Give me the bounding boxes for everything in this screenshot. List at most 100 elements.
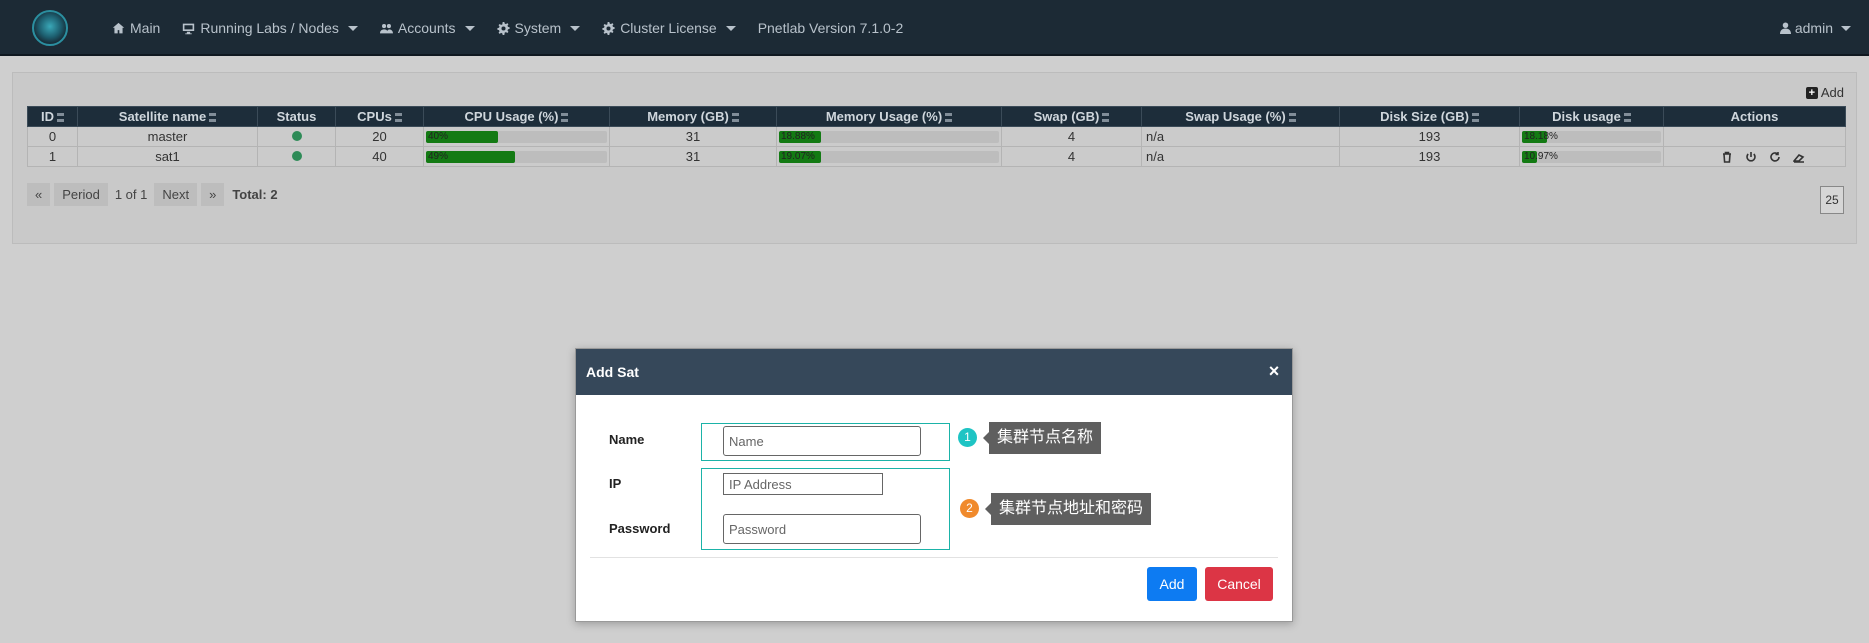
cell-status (257, 126, 336, 147)
close-icon[interactable]: × (1266, 362, 1282, 380)
disk-usage-label: 18.18% (1524, 130, 1558, 142)
user-name: admin (1794, 20, 1833, 36)
nav-item-cluster-license[interactable]: Cluster License (602, 20, 736, 36)
monitor-icon (183, 23, 195, 34)
cell-cpus: 40 (335, 146, 424, 167)
gear-icon (496, 21, 510, 35)
column-header-swap-usage[interactable]: Swap Usage (%) (1141, 106, 1340, 127)
prev-period-button[interactable]: Period (54, 183, 108, 206)
table-header-row: ID Satellite name Status CPUs CPU Usage … (27, 106, 1846, 127)
ip-label: IP (609, 476, 622, 491)
power-icon[interactable] (1745, 151, 1757, 163)
nav-item-accounts[interactable]: Accounts (379, 20, 475, 36)
column-header-cpu-usage[interactable]: CPU Usage (%) (423, 106, 610, 127)
top-navbar: Main Running Labs / Nodes Accounts Syste… (0, 0, 1869, 56)
annotation-badge-2: 2 (960, 499, 979, 518)
sort-icon (394, 113, 402, 123)
memory-usage-bar: 19.07% (779, 150, 999, 163)
nav-item-version[interactable]: Pnetlab Version 7.1.0-2 (758, 20, 904, 36)
column-header-cpus[interactable]: CPUs (335, 106, 424, 127)
last-page-button[interactable]: » (201, 183, 225, 206)
status-online-icon (291, 131, 302, 141)
sort-desc-icon (57, 113, 64, 123)
version-label: Pnetlab Version 7.1.0-2 (757, 20, 904, 36)
disk-usage-label: 10.97% (1524, 150, 1558, 162)
disk-usage-bar: 10.97% (1522, 150, 1661, 163)
nav-item-system-label: System (514, 20, 562, 36)
nav-item-system[interactable]: System (496, 20, 581, 36)
cell-name: master (77, 126, 258, 147)
trash-icon[interactable] (1721, 151, 1733, 163)
pnetlab-logo-icon[interactable] (32, 10, 68, 46)
cpu-usage-bar: 49% (426, 150, 607, 163)
annotation-tooltip-2: 集群节点地址和密码 (984, 493, 1152, 525)
nav-item-running-labs-label: Running Labs / Nodes (200, 20, 339, 36)
sort-icon (561, 113, 569, 123)
next-page-button[interactable]: Next (154, 183, 198, 206)
satellites-table: ID Satellite name Status CPUs CPU Usage … (27, 106, 1846, 167)
users-icon (379, 23, 393, 33)
nav-item-cluster-license-label: Cluster License (620, 20, 717, 36)
chevron-down-icon (464, 25, 475, 31)
column-header-id[interactable]: ID (27, 106, 78, 127)
memory-usage-label: 19.07% (781, 150, 815, 162)
nav-item-main[interactable]: Main (112, 20, 160, 36)
page-info: 1 of 1 (114, 187, 148, 202)
pagination: « Period 1 of 1 Next » Total: 2 (27, 183, 278, 206)
ip-address-input[interactable] (723, 473, 883, 495)
cell-disk-size: 193 (1339, 146, 1520, 167)
refresh-icon[interactable] (1769, 151, 1781, 163)
nav-item-running-labs[interactable]: Running Labs / Nodes (182, 20, 358, 36)
table-row: 1 sat1 40 49% 31 19.07% 4 n/a 193 10.97% (27, 146, 1846, 167)
chevron-down-icon (570, 25, 581, 31)
annotation-tooltip-1: 集群节点名称 (982, 422, 1102, 454)
per-page-select[interactable]: 25 (1820, 186, 1844, 214)
add-button[interactable]: Add (1147, 567, 1197, 601)
cell-swap-usage: n/a (1141, 146, 1340, 167)
annotation-badge-1: 1 (958, 428, 977, 447)
column-header-disk-size[interactable]: Disk Size (GB) (1339, 106, 1520, 127)
column-header-disk-usage[interactable]: Disk usage (1519, 106, 1664, 127)
dialog-divider (590, 557, 1278, 558)
dialog-header: Add Sat × (576, 349, 1292, 395)
disk-usage-bar: 18.18% (1522, 130, 1661, 143)
cpu-usage-label: 40% (428, 130, 449, 142)
gear-icon (602, 21, 615, 35)
cell-id: 0 (27, 126, 78, 147)
cancel-button[interactable]: Cancel (1205, 567, 1273, 601)
memory-usage-bar: 18.88% (779, 130, 999, 143)
add-satellite-link[interactable]: + Add (1805, 85, 1844, 100)
dialog-title: Add Sat (586, 364, 639, 380)
sort-icon (209, 113, 217, 123)
sort-icon (1471, 113, 1479, 123)
status-online-icon (291, 151, 302, 161)
nav-item-accounts-label: Accounts (397, 20, 456, 36)
sort-icon (945, 113, 953, 123)
chevron-down-icon (725, 25, 736, 31)
first-page-button[interactable]: « (27, 183, 51, 206)
column-header-memory-usage[interactable]: Memory Usage (%) (776, 106, 1002, 127)
total-count: Total: 2 (232, 187, 278, 202)
add-sat-dialog: Add Sat × Name IP Password 1 集群节点名称 2 集群… (575, 348, 1293, 622)
main-nav: Main Running Labs / Nodes Accounts Syste… (112, 0, 903, 56)
column-header-status: Status (257, 106, 336, 127)
cell-name: sat1 (77, 146, 258, 167)
cell-status (257, 146, 336, 167)
cell-disk-size: 193 (1339, 126, 1520, 147)
cell-actions (1663, 126, 1846, 147)
chevron-down-icon (1841, 25, 1851, 31)
user-menu[interactable]: admin (1779, 0, 1851, 56)
eraser-icon[interactable] (1793, 151, 1805, 163)
column-header-memory[interactable]: Memory (GB) (609, 106, 777, 127)
column-header-name[interactable]: Satellite name (77, 106, 258, 127)
cell-id: 1 (27, 146, 78, 167)
cpu-usage-bar: 40% (426, 130, 607, 143)
sort-icon (731, 113, 739, 123)
password-input[interactable] (723, 514, 921, 544)
cell-memory-usage: 18.88% (776, 126, 1002, 147)
name-input[interactable] (723, 426, 921, 456)
sort-icon (1288, 113, 1296, 123)
cell-swap-usage: n/a (1141, 126, 1340, 147)
column-header-swap[interactable]: Swap (GB) (1001, 106, 1142, 127)
cell-memory-usage: 19.07% (776, 146, 1002, 167)
